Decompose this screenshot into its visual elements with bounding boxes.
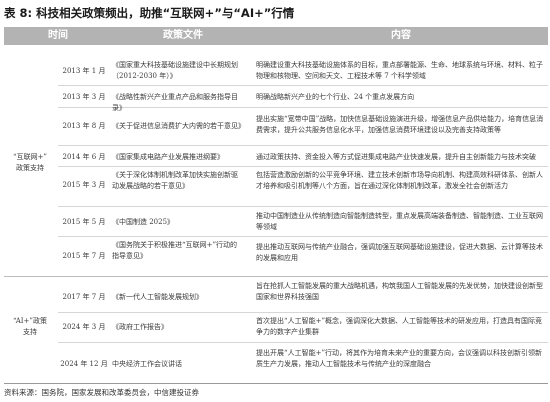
- row-date: 2013 年 8 月: [62, 122, 106, 130]
- group-label-ai-plus: “AI+”政策 支持: [4, 316, 56, 338]
- row-policy: 《政府工作报告》: [112, 323, 168, 331]
- row-content: 提出实施“宽带中国”战略，加快信息基础设施演进升级，增强信息产品供给能力，培育信…: [256, 115, 544, 134]
- group-label-line: 支持: [23, 328, 37, 336]
- row-policy: 《中国制造 2025》: [112, 218, 175, 226]
- row-divider: [58, 145, 548, 146]
- row-date: 2015 年 7 月: [62, 252, 106, 260]
- row-date: 2024 年 3 月: [62, 323, 106, 331]
- table-header: 时间 政策文件 内容: [4, 27, 548, 45]
- header-policy: 政策文件: [163, 30, 203, 41]
- group-label-line: “互联网+”: [12, 153, 48, 161]
- row-policy: 《关于深化体制机制改革加快实施创新驱动发展战略的若干意见》: [112, 171, 238, 190]
- table-title-text: 科技相关政策频出，助推“互联网+”与“AI+”行情: [36, 6, 295, 20]
- row-content: 提出开展“人工智能+”行动，将其作为培育未来产业的重要方向，会议强调以科技创新引…: [256, 349, 543, 368]
- row-content: 明确战略新兴产业的七个行业、24 个重点发展方向: [256, 93, 415, 101]
- row-date: 2014 年 6 月: [62, 153, 106, 161]
- row-policy: 《国家集成电路产业发展推进纲要》: [112, 153, 224, 161]
- table-bottom-rule: [4, 383, 548, 384]
- header-time: 时间: [48, 30, 68, 41]
- group-divider: [4, 276, 548, 277]
- row-divider: [58, 206, 548, 207]
- row-divider: [58, 166, 548, 167]
- group-label-line: “AI+”政策: [13, 317, 47, 325]
- row-policy: 《关于促进信息消费扩大内需的若干意见》: [112, 122, 245, 130]
- row-content: 提出推动互联网与传统产业融合，强调加强互联网基础设施建设，促进大数据、云计算等技…: [256, 243, 543, 262]
- row-policy: 《国家重大科技基础设施建设中长期规划（2012-2030 年）》: [112, 61, 238, 80]
- row-date: 2015 年 5 月: [62, 218, 106, 226]
- group-label-line: 政策支持: [16, 164, 44, 172]
- row-policy: 《战略性新兴产业重点产品和服务指导目录》: [112, 93, 238, 112]
- row-content: 通过政策扶持、资金投入等方式促进集成电路产业快速发展，提升自主创新能力与技术突破: [256, 153, 536, 161]
- row-date: 2013 年 1 月: [62, 67, 106, 75]
- source-note: 资料来源：国务院，国家发展和改革委员会，中信建投证券: [4, 388, 199, 397]
- row-content: 推动中国制造业从传统制造向智能制造转型，重点发展高端装备制造、智能制造、工业互联…: [256, 212, 543, 231]
- group-label-internet-plus: “互联网+” 政策支持: [4, 152, 56, 174]
- row-content: 明确建设重大科技基础设施体系的目标，重点部署能源、生命、地球系统与环境、材料、粒…: [256, 61, 543, 80]
- row-content: 首次提出“人工智能+”概念，强调深化大数据、人工智能等技术的研发应用，打造具有国…: [256, 317, 543, 336]
- row-date: 2024 年 12 月: [60, 360, 108, 368]
- row-content: 包括营造激励创新的公平竞争环境、建立技术创新市场导向机制、构建高效科研体系、创新…: [256, 171, 543, 190]
- row-date: 2017 年 7 月: [62, 293, 106, 301]
- row-divider: [58, 236, 548, 237]
- header-content: 内容: [391, 30, 411, 41]
- row-policy: 中央经济工作会议讲话: [112, 360, 182, 368]
- row-policy: 《新一代人工智能发展规划》: [112, 293, 203, 301]
- table-number: 表 8:: [4, 6, 33, 20]
- row-date: 2015 年 3 月: [62, 181, 106, 189]
- row-content: 旨在抢抓人工智能发展的重大战略机遇，构筑我国人工智能发展的先发优势，加快建设创新…: [256, 282, 543, 301]
- row-divider: [58, 342, 548, 343]
- row-divider: [58, 85, 548, 86]
- row-policy: 《国务院关于积极推进“互联网+”行动的指导意见》: [112, 241, 238, 260]
- row-divider: [58, 312, 548, 313]
- table-title: 表 8: 科技相关政策频出，助推“互联网+”与“AI+”行情: [4, 4, 294, 22]
- row-date: 2013 年 3 月: [62, 93, 106, 101]
